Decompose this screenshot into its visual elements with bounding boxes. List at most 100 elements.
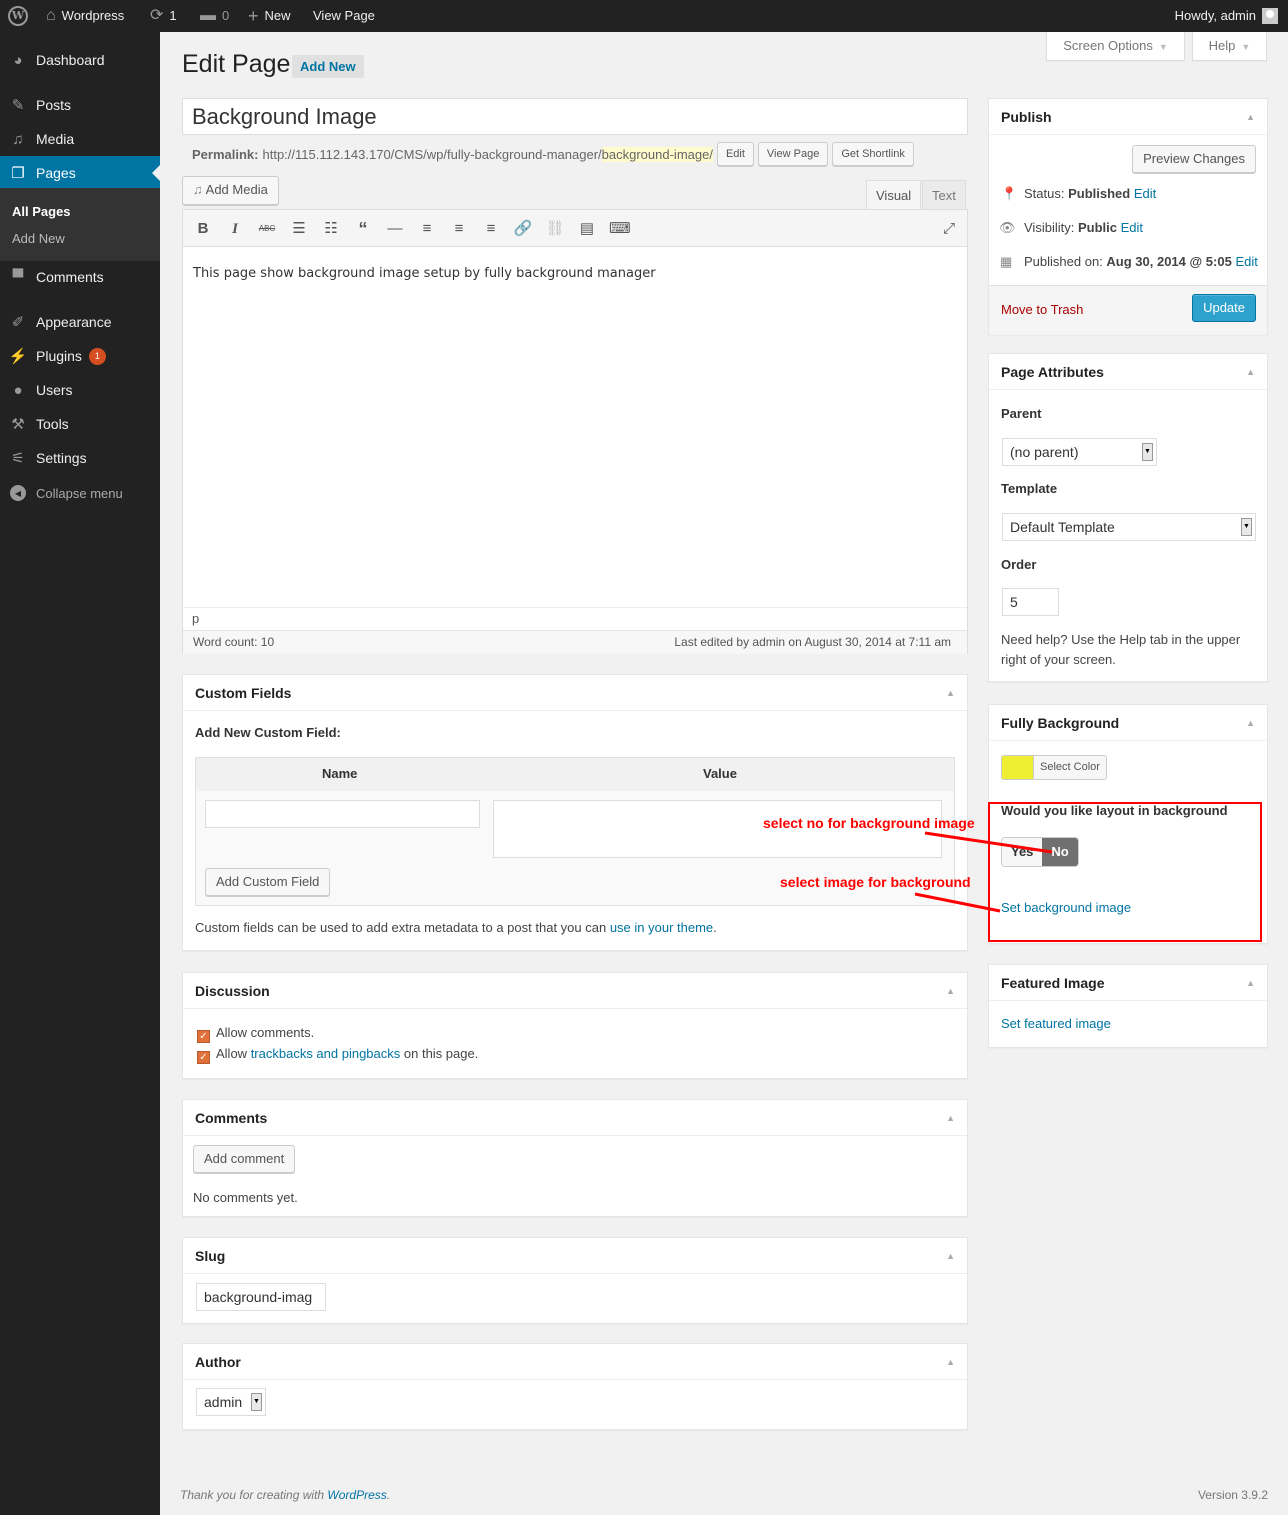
submenu-add-new[interactable]: Add New <box>12 231 65 246</box>
allow-pings-checkbox[interactable]: ✓ <box>197 1051 210 1064</box>
box-title: Fully Background <box>1001 715 1120 731</box>
link-icon[interactable]: 🔗 <box>513 219 533 239</box>
comments-box: Comments ▲ Add comment No comments yet. <box>182 1099 968 1217</box>
bold-icon[interactable]: B <box>193 219 213 239</box>
menu-users[interactable]: ● Users <box>0 373 160 407</box>
no-comments-text: No comments yet. <box>193 1190 298 1205</box>
edit-permalink-button[interactable]: Edit <box>716 142 754 166</box>
move-to-trash-link[interactable]: Move to Trash <box>1001 302 1083 317</box>
wp-logo-menu[interactable]: W <box>8 0 28 32</box>
add-media-button[interactable]: ♫ Add Media <box>182 176 279 205</box>
discussion-header[interactable]: Discussion ▲ <box>183 973 967 1009</box>
featured-image-header[interactable]: Featured Image ▲ <box>989 965 1267 1001</box>
menu-posts[interactable]: ✎ Posts <box>0 88 160 122</box>
collapse-toggle-icon[interactable]: ▲ <box>946 1344 955 1380</box>
preview-changes-button[interactable]: Preview Changes <box>1132 145 1256 173</box>
fullscreen-icon[interactable]: ⤢ <box>939 219 959 239</box>
visibility-value: Public <box>1077 220 1117 235</box>
edit-visibility-link[interactable]: Edit <box>1121 220 1143 235</box>
menu-pages[interactable]: ❐ Pages <box>0 156 160 190</box>
author-header[interactable]: Author ▲ <box>183 1344 967 1380</box>
add-new-button[interactable]: Add New <box>292 55 364 78</box>
use-in-theme-link[interactable]: use in your theme <box>610 920 713 935</box>
read-more-icon[interactable]: ▤ <box>577 219 597 239</box>
allow-pings-row[interactable]: ✓ Allow trackbacks and pingbacks on this … <box>197 1046 478 1064</box>
page-attributes-help: Need help? Use the Help tab in the upper… <box>1001 632 1241 667</box>
help-label: Help <box>1208 38 1236 53</box>
screen-options-label: Screen Options <box>1063 38 1153 53</box>
allow-comments-checkbox[interactable]: ✓ <box>197 1030 210 1043</box>
screen-options-button[interactable]: Screen Options ▼ <box>1046 32 1185 61</box>
view-page-button[interactable]: View Page <box>757 142 829 166</box>
publish-header[interactable]: Publish ▲ <box>989 99 1267 135</box>
bullet-list-icon[interactable]: ☰ <box>289 219 309 239</box>
align-right-icon[interactable]: ≡ <box>481 219 501 239</box>
permalink-url[interactable]: http://115.112.143.170/CMS/wp/fully-back… <box>262 146 713 162</box>
edit-status-link[interactable]: Edit <box>1134 186 1156 201</box>
menu-media[interactable]: ♫ Media <box>0 122 160 156</box>
add-comment-button[interactable]: Add comment <box>193 1145 296 1173</box>
page-attributes-header[interactable]: Page Attributes ▲ <box>989 354 1267 390</box>
edit-date-link[interactable]: Edit <box>1235 254 1257 269</box>
custom-fields-header[interactable]: Custom Fields ▲ <box>183 675 967 711</box>
collapse-toggle-icon[interactable]: ▲ <box>946 1238 955 1274</box>
menu-settings[interactable]: ⚟ Settings <box>0 441 160 475</box>
comments-menu[interactable]: ▬ 0 <box>200 0 229 32</box>
parent-select[interactable]: (no parent) ▼ <box>1002 438 1157 466</box>
align-center-icon[interactable]: ≡ <box>449 219 469 239</box>
collapse-menu-button[interactable]: ◀ Collapse menu <box>0 476 160 510</box>
toolbar-toggle-icon[interactable]: ⌨ <box>609 219 631 239</box>
strikethrough-icon[interactable]: ABC <box>257 219 277 239</box>
trackbacks-link[interactable]: trackbacks and pingbacks <box>251 1046 401 1061</box>
tab-text[interactable]: Text <box>922 180 966 210</box>
menu-label: Tools <box>36 416 69 432</box>
select-color-button[interactable]: Select Color <box>1001 755 1107 780</box>
collapse-arrow-icon: ◀ <box>10 485 26 501</box>
wordpress-link[interactable]: WordPress <box>327 1488 386 1502</box>
menu-dashboard[interactable]: ◕ Dashboard <box>0 43 160 77</box>
numbered-list-icon[interactable]: ☷ <box>321 219 341 239</box>
tab-visual[interactable]: Visual <box>866 180 922 210</box>
comments-header[interactable]: Comments ▲ <box>183 1100 967 1136</box>
editor-toolbar: B I ABC ☰ ☷ “ — ≡ ≡ ≡ 🔗 ⛓ ▤ ⌨ ⤢ <box>183 210 967 247</box>
menu-tools[interactable]: ⚒ Tools <box>0 407 160 441</box>
italic-icon[interactable]: I <box>225 219 245 239</box>
collapse-toggle-icon[interactable]: ▲ <box>1246 705 1255 741</box>
updates-menu[interactable]: ⟳ 1 <box>150 0 177 32</box>
get-shortlink-button[interactable]: Get Shortlink <box>832 142 914 166</box>
post-title-input[interactable]: Background Image <box>182 98 968 135</box>
submenu-all-pages[interactable]: All Pages <box>12 204 71 219</box>
new-content-menu[interactable]: + New <box>248 0 291 32</box>
select-arrow-icon: ▼ <box>1142 443 1153 461</box>
menu-appearance[interactable]: ✐ Appearance <box>0 305 160 339</box>
update-button[interactable]: Update <box>1192 294 1256 322</box>
custom-field-name-input[interactable] <box>205 800 480 828</box>
collapse-toggle-icon[interactable]: ▲ <box>1246 965 1255 1001</box>
menu-comments[interactable]: ▀ Comments <box>0 260 160 294</box>
collapse-toggle-icon[interactable]: ▲ <box>1246 354 1255 390</box>
horizontal-rule-icon[interactable]: — <box>385 219 405 239</box>
author-select[interactable]: admin ▼ <box>196 1388 266 1416</box>
menu-plugins[interactable]: ⚡ Plugins 1 <box>0 339 160 373</box>
collapse-toggle-icon[interactable]: ▲ <box>946 973 955 1009</box>
site-name-menu[interactable]: ⌂ Wordpress <box>46 0 124 32</box>
template-value: Default Template <box>1010 519 1115 535</box>
help-button[interactable]: Help ▼ <box>1192 32 1267 61</box>
slug-header[interactable]: Slug ▲ <box>183 1238 967 1274</box>
account-menu[interactable]: Howdy, admin <box>1175 0 1278 32</box>
slug-input[interactable]: background-imag <box>196 1283 326 1311</box>
allow-comments-row[interactable]: ✓ Allow comments. <box>197 1025 314 1043</box>
order-input[interactable]: 5 <box>1002 588 1059 616</box>
set-featured-image-link[interactable]: Set featured image <box>1001 1016 1111 1031</box>
collapse-toggle-icon[interactable]: ▲ <box>946 675 955 711</box>
blockquote-icon[interactable]: “ <box>353 219 373 239</box>
collapse-toggle-icon[interactable]: ▲ <box>946 1100 955 1136</box>
fully-background-header[interactable]: Fully Background ▲ <box>989 705 1267 741</box>
collapse-toggle-icon[interactable]: ▲ <box>1246 99 1255 135</box>
align-left-icon[interactable]: ≡ <box>417 219 437 239</box>
add-custom-field-button[interactable]: Add Custom Field <box>205 868 331 896</box>
template-select[interactable]: Default Template ▼ <box>1002 513 1256 541</box>
unlink-icon[interactable]: ⛓ <box>545 219 565 239</box>
view-page-link[interactable]: View Page <box>313 0 375 32</box>
editor-content[interactable]: This page show background image setup by… <box>193 266 656 281</box>
